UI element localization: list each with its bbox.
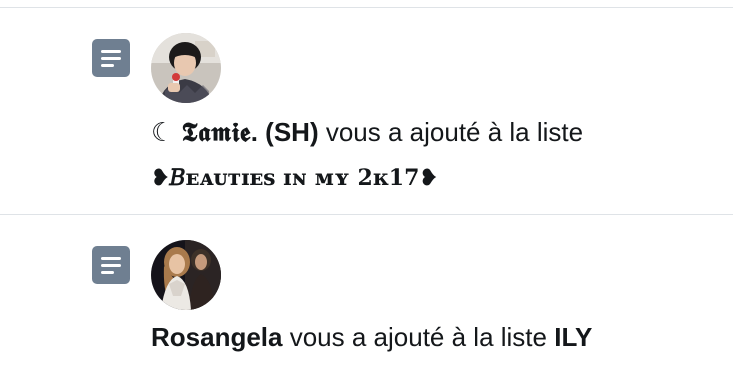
list-name[interactable]: ILY [554, 322, 592, 352]
list-icon [92, 39, 130, 77]
user-avatar[interactable] [151, 240, 221, 310]
user-avatar[interactable] [151, 33, 221, 103]
user-name-suffix[interactable]: . (SH) [251, 117, 319, 147]
moon-icon: ☾ [151, 117, 175, 147]
notification-item[interactable]: ☾ 𝕿𝖆𝖒𝖎𝖊. (SH) vous a ajouté à la liste ❥… [0, 8, 733, 214]
notification-item[interactable]: Rosangela vous a ajouté à la liste ILY [0, 215, 733, 377]
avatar-image [151, 240, 221, 310]
list-icon [92, 246, 130, 284]
action-text: vous a ajouté à la liste [282, 322, 555, 352]
notification-text: Rosangela vous a ajouté à la liste ILY [151, 321, 592, 353]
action-text: vous a ajouté à la liste [318, 117, 584, 147]
user-name[interactable]: Rosangela [151, 322, 283, 352]
user-name[interactable]: 𝕿𝖆𝖒𝖎𝖊 [182, 118, 251, 148]
avatar-image [151, 33, 221, 103]
list-name[interactable]: ❥𝐵ᴇᴀᴜᴛɪᴇs ɪɴ ᴍʏ 2ᴋ17❥ [151, 163, 438, 193]
notification-text: ☾ 𝕿𝖆𝖒𝖎𝖊. (SH) vous a ajouté à la liste [151, 116, 583, 149]
